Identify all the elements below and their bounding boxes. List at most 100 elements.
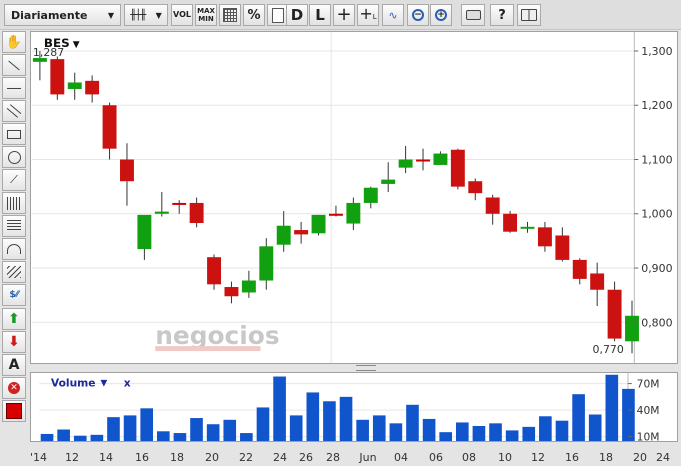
volume-bar bbox=[156, 431, 170, 441]
percent-button[interactable]: % bbox=[243, 4, 265, 26]
candle-body bbox=[433, 153, 448, 165]
candle-body bbox=[607, 289, 622, 339]
maxmin-toggle-button[interactable]: MAX MIN bbox=[195, 4, 217, 26]
volume-tick-label: 40M bbox=[637, 404, 660, 417]
price-tick-label: 0,900 bbox=[641, 262, 672, 275]
candle-body bbox=[85, 80, 100, 95]
pane-splitter-handle[interactable] bbox=[356, 365, 376, 371]
candle-body bbox=[346, 202, 361, 224]
x-tick-label: 10 bbox=[498, 451, 512, 464]
candle bbox=[572, 258, 587, 285]
log-scale-button[interactable]: L bbox=[309, 4, 331, 26]
color-picker-button[interactable] bbox=[2, 400, 26, 422]
period-select[interactable]: Diariamente ▼ bbox=[4, 4, 121, 26]
document-icon bbox=[272, 7, 284, 23]
crosshair-detail-icon: +L bbox=[359, 3, 377, 23]
text-tool-button[interactable]: A bbox=[2, 354, 26, 376]
zoom-area-button[interactable]: ∿ bbox=[382, 4, 404, 26]
x-tick-label: 08 bbox=[462, 451, 476, 464]
gann-tool-button[interactable] bbox=[2, 261, 26, 283]
manual-button[interactable] bbox=[517, 4, 541, 26]
sell-signal-button[interactable]: ⬇ bbox=[2, 331, 26, 353]
volume-bar bbox=[140, 408, 154, 441]
volume-bar bbox=[90, 434, 104, 441]
volume-bar bbox=[289, 415, 303, 441]
candle-body bbox=[259, 246, 274, 281]
candle bbox=[50, 56, 65, 100]
chart-type-select[interactable]: ╫┼╫ ▼ bbox=[124, 4, 168, 26]
grid-icon bbox=[223, 8, 237, 22]
candle-body bbox=[294, 230, 309, 235]
ellipse-tool-button[interactable] bbox=[2, 146, 26, 168]
candle-body bbox=[363, 187, 378, 203]
volume-tick-label: 10M bbox=[637, 430, 660, 442]
candle bbox=[224, 281, 239, 304]
crosshair-icon: + bbox=[336, 4, 352, 25]
x-tick-label: 18 bbox=[170, 451, 184, 464]
rectangle-icon bbox=[7, 129, 21, 139]
toolbar: Diariamente ▼ ╫┼╫ ▼ VOL MAX MIN % D L + … bbox=[0, 0, 681, 30]
candle bbox=[450, 148, 465, 190]
candle bbox=[172, 200, 187, 214]
candle bbox=[398, 145, 413, 174]
candle bbox=[468, 178, 483, 201]
volume-close-icon[interactable]: x bbox=[124, 377, 131, 390]
daily-button[interactable]: D bbox=[286, 4, 308, 26]
percent-label: % bbox=[247, 7, 261, 23]
chevron-down-icon: ▼ bbox=[155, 10, 162, 20]
candle bbox=[607, 281, 622, 342]
volume-bar bbox=[572, 394, 585, 441]
zoom-in-button[interactable]: + bbox=[430, 4, 452, 26]
candle-body bbox=[555, 235, 570, 260]
volume-chevron-down-icon[interactable]: ▼ bbox=[100, 379, 107, 389]
horizontal-line-tool-button[interactable] bbox=[2, 77, 26, 99]
help-button[interactable]: ? bbox=[490, 4, 514, 26]
grid-toggle-button[interactable] bbox=[219, 4, 241, 26]
arc-tool-button[interactable] bbox=[2, 238, 26, 260]
x-tick-label: '14 bbox=[30, 451, 47, 464]
candle-body bbox=[381, 179, 396, 184]
candlestick-icon: ╫┼╫ bbox=[130, 9, 146, 21]
hand-tool-button[interactable]: ✋ bbox=[2, 31, 26, 53]
candle-body bbox=[189, 202, 204, 224]
x-tick-label: 26 bbox=[299, 451, 313, 464]
title-chevron-down-icon[interactable]: ▼ bbox=[73, 40, 80, 50]
volume-title[interactable]: Volume bbox=[51, 377, 96, 390]
volume-bar bbox=[323, 401, 336, 441]
maxmin-line2: MIN bbox=[198, 15, 214, 23]
arrow-up-icon: ⬆ bbox=[8, 311, 20, 327]
zoom-out-button[interactable]: − bbox=[407, 4, 429, 26]
zoom-area-icon: ∿ bbox=[388, 8, 398, 22]
delete-drawings-button[interactable]: ✕ bbox=[2, 377, 26, 399]
rectangle-tool-button[interactable] bbox=[2, 123, 26, 145]
price-grid bbox=[31, 32, 635, 363]
volume-bar bbox=[190, 418, 203, 441]
channel-tool-button[interactable] bbox=[2, 100, 26, 122]
regression-tool-button[interactable]: $⁄⁄ bbox=[2, 284, 26, 306]
price-tick-label: 1,100 bbox=[641, 153, 672, 166]
crosshair-button[interactable]: + bbox=[333, 4, 355, 26]
candle-body bbox=[311, 214, 326, 234]
x-tick-label: 18 bbox=[599, 451, 613, 464]
x-tick-label: 24 bbox=[273, 451, 287, 464]
candle bbox=[259, 238, 274, 290]
buy-signal-button[interactable]: ⬆ bbox=[2, 308, 26, 330]
fibonacci-tool-button[interactable] bbox=[2, 192, 26, 214]
diagonal-line-icon bbox=[8, 60, 20, 70]
volume-chart[interactable]: 10M 40M 70M Volume ▼ x bbox=[30, 372, 678, 442]
fan-tool-button[interactable]: ⟋ bbox=[2, 169, 26, 191]
candle-body bbox=[154, 211, 169, 214]
candle-body bbox=[450, 149, 465, 187]
candle bbox=[311, 214, 326, 236]
price-chart[interactable]: negocios 0,8000,9001,0001,1001,2001,300 … bbox=[30, 31, 678, 364]
volume-bar bbox=[123, 415, 137, 441]
print-button[interactable] bbox=[461, 4, 485, 26]
candle-body bbox=[416, 159, 430, 162]
volume-toggle-button[interactable]: VOL bbox=[171, 4, 193, 26]
help-icon: ? bbox=[498, 7, 506, 23]
candle-body bbox=[50, 59, 65, 95]
hand-icon: ✋ bbox=[5, 34, 23, 50]
line-tool-button[interactable] bbox=[2, 54, 26, 76]
retracement-tool-button[interactable] bbox=[2, 215, 26, 237]
crosshair-detail-button[interactable]: +L bbox=[357, 4, 379, 26]
